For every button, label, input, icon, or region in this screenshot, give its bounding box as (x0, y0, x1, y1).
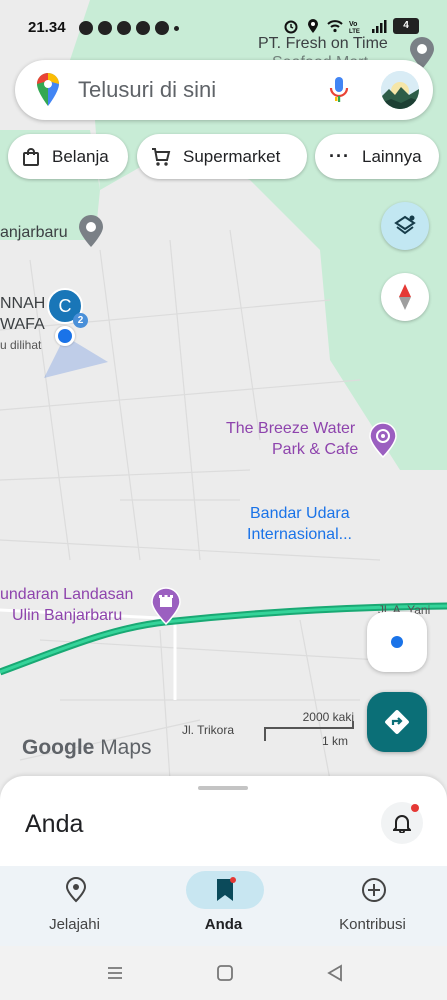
nav-kontribusi[interactable]: Kontribusi (298, 866, 447, 946)
compass-icon (399, 284, 411, 310)
system-navigation-bar (0, 946, 447, 1000)
location-pin-icon (65, 877, 87, 903)
scale-feet-label: 2000 kaki (302, 710, 354, 724)
chip-label: Belanja (52, 146, 109, 166)
place-label-breeze-line2[interactable]: Park & Cafe (272, 439, 358, 460)
layers-icon (394, 215, 416, 235)
place-label-airport-line1[interactable]: Bandar Udara (250, 503, 350, 524)
chip-label: Supermarket (183, 146, 281, 166)
location-status-icon (308, 19, 318, 33)
wifi-icon (327, 20, 343, 33)
directions-button[interactable] (367, 692, 427, 752)
place-label-nnah: NNAH (0, 295, 46, 312)
status-time: 21.34 (28, 19, 66, 36)
directions-icon (385, 710, 409, 734)
search-input[interactable]: Telusuri di sini (78, 77, 216, 103)
more-notifications-icon (174, 26, 179, 31)
nav-jelajahi[interactable]: Jelajahi (0, 866, 149, 946)
notification-icons (79, 21, 179, 35)
svg-text:LTE: LTE (349, 29, 360, 34)
sheet-title: Anda (25, 810, 84, 838)
notification-dot (411, 804, 419, 812)
google-maps-logo: Google Maps (22, 736, 152, 760)
place-label-wafa: WAFA (0, 316, 45, 333)
profile-avatar[interactable] (381, 71, 419, 109)
nav-label: Kontribusi (339, 916, 406, 933)
chip-belanja[interactable]: Belanja (8, 134, 128, 179)
home-icon[interactable] (216, 964, 234, 982)
notifications-button[interactable] (381, 802, 423, 844)
nav-label: Jelajahi (49, 916, 100, 933)
messenger-icon (136, 21, 150, 35)
my-location-icon (391, 636, 403, 648)
recent-apps-icon[interactable] (106, 964, 124, 982)
place-label-landasan-line1[interactable]: undaran Landasan (0, 584, 133, 605)
nav-anda[interactable]: Anda (149, 866, 298, 946)
battery-icon: 4 (393, 18, 419, 34)
bottom-navigation: Jelajahi Anda Kontribusi (0, 866, 447, 946)
bookmark-icon (217, 877, 236, 901)
my-location-dot (55, 326, 75, 346)
volte-icon: VoLTE (349, 21, 360, 34)
alarm-icon (284, 20, 298, 34)
nav-icon-container (186, 871, 264, 909)
layers-button[interactable] (381, 202, 429, 250)
facebook-icon (155, 21, 169, 35)
place-label-landasan-line2[interactable]: Ulin Banjarbaru (12, 605, 122, 626)
status-bar: 21.34 Vo LTE 4 (0, 0, 447, 50)
place-label-dilihat: u dilihat (0, 338, 42, 352)
marker-count-badge: 2 (73, 313, 88, 328)
place-label-breeze-line1[interactable]: The Breeze Water (226, 418, 355, 439)
svg-text:Vo: Vo (349, 21, 357, 28)
place-label-airport-line2[interactable]: Internasional... (247, 524, 352, 545)
road-label-trikora: Jl. Trikora (182, 723, 235, 737)
facebook-icon (98, 21, 112, 35)
microphone-icon[interactable] (328, 75, 350, 105)
system-status-icons: Vo LTE 4 (283, 18, 419, 34)
signal-icon (372, 20, 387, 33)
my-location-button[interactable] (367, 612, 427, 672)
poi-monument-icon[interactable] (150, 587, 182, 625)
scale-km-label: 1 km (321, 734, 348, 748)
chip-lainnya[interactable]: ··· Lainnya (315, 134, 439, 179)
place-label-banjarbaru[interactable]: anjarbaru (0, 222, 68, 243)
sheet-drag-handle[interactable] (198, 786, 248, 790)
shopping-bag-icon (23, 147, 39, 166)
bottom-sheet[interactable]: Anda (0, 776, 447, 868)
add-circle-icon (362, 878, 386, 902)
poi-park-icon[interactable] (368, 422, 398, 458)
chip-supermarket[interactable]: Supermarket (137, 134, 307, 179)
nav-icon-container (335, 871, 413, 909)
nav-label: Anda (204, 916, 243, 933)
map-scale: 2000 kaki 1 km (264, 710, 354, 750)
facebook-icon (117, 21, 131, 35)
avatar-image (381, 71, 419, 109)
cart-icon (152, 147, 171, 166)
nav-icon-container (37, 871, 115, 909)
whatsapp-icon (79, 21, 93, 35)
chip-label: Lainnya (361, 146, 422, 166)
more-horizontal-icon: ··· (329, 146, 350, 166)
logo-maps-text: Maps (100, 736, 152, 759)
logo-google-text: Google (22, 736, 95, 759)
back-icon[interactable] (326, 964, 344, 982)
google-maps-pin-icon (37, 73, 59, 106)
search-bar[interactable]: Telusuri di sini (15, 60, 433, 120)
bell-icon (393, 815, 411, 833)
map-pin-icon[interactable] (77, 214, 105, 248)
compass-button[interactable] (381, 273, 429, 321)
